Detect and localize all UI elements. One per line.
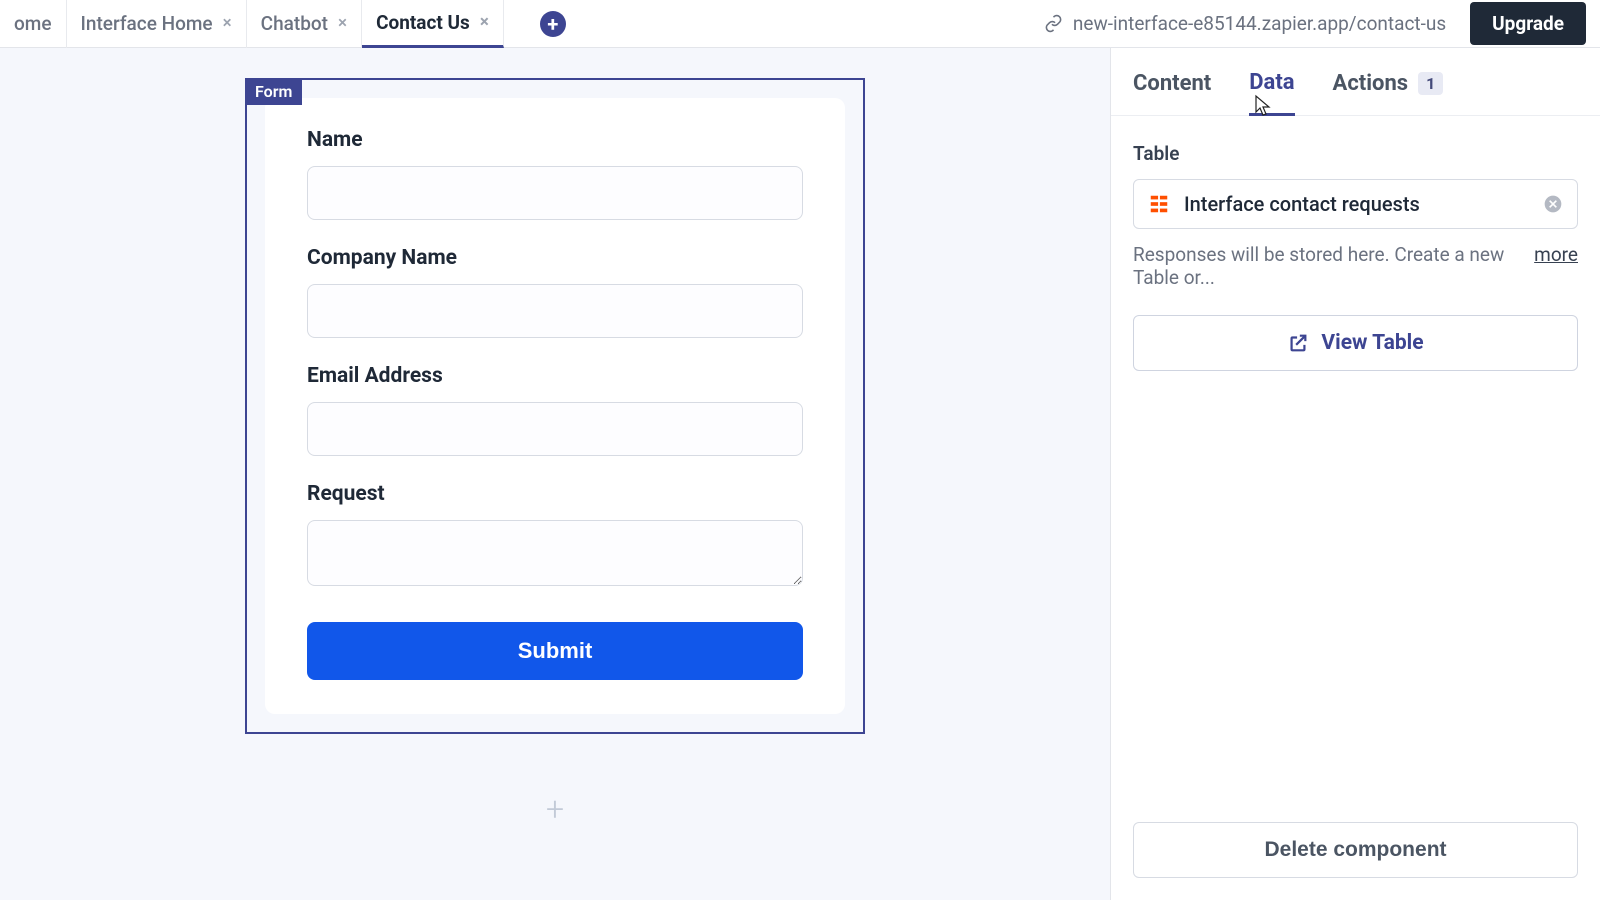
tab-label: Interface Home [81, 12, 213, 35]
clear-icon[interactable] [1543, 194, 1563, 214]
form-tag: Form [245, 78, 302, 105]
tab-label: Contact Us [376, 11, 470, 34]
view-table-button[interactable]: View Table [1133, 315, 1578, 371]
request-input[interactable] [307, 520, 803, 586]
table-select[interactable]: Interface contact requests [1133, 179, 1578, 229]
view-table-label: View Table [1321, 331, 1423, 355]
add-component-button[interactable]: + [546, 790, 564, 828]
field-email: Email Address [307, 364, 803, 456]
panel-footer: Delete component [1111, 800, 1600, 900]
tab-chatbot[interactable]: Chatbot × [247, 0, 362, 48]
close-icon[interactable]: × [338, 15, 347, 32]
field-request: Request [307, 482, 803, 590]
canvas: Form Name Company Name Email Address Req… [0, 48, 1110, 900]
external-link-icon [1287, 332, 1309, 354]
tab-home-partial[interactable]: ome [0, 0, 67, 48]
tab-data[interactable]: Data [1249, 70, 1294, 116]
side-panel: Content Data Actions 1 Table [1110, 48, 1600, 900]
tab-actions-label: Actions [1333, 71, 1409, 96]
field-label: Name [307, 128, 803, 152]
tab-label: ome [14, 12, 52, 35]
link-icon [1044, 14, 1063, 33]
close-icon[interactable]: × [223, 15, 232, 32]
help-row: Responses will be stored here. Create a … [1133, 243, 1578, 289]
name-input[interactable] [307, 166, 803, 220]
help-text: Responses will be stored here. Create a … [1133, 243, 1534, 289]
field-label: Email Address [307, 364, 803, 388]
page-tabs: ome Interface Home × Chatbot × Contact U… [0, 0, 1044, 48]
company-input[interactable] [307, 284, 803, 338]
tab-actions[interactable]: Actions 1 [1333, 70, 1444, 115]
close-icon[interactable]: × [480, 14, 489, 31]
page-url[interactable]: new-interface-e85144.zapier.app/contact-… [1044, 12, 1446, 35]
tab-contact-us[interactable]: Contact Us × [362, 0, 504, 48]
table-name: Interface contact requests [1184, 192, 1529, 216]
add-tab-button[interactable]: + [540, 11, 566, 37]
top-bar: ome Interface Home × Chatbot × Contact U… [0, 0, 1600, 48]
workspace: Form Name Company Name Email Address Req… [0, 48, 1600, 900]
panel-body: Table Interface contact requests Respons… [1111, 116, 1600, 800]
section-label: Table [1133, 142, 1578, 165]
form-card: Name Company Name Email Address Request … [265, 98, 845, 714]
panel-tabs: Content Data Actions 1 [1111, 48, 1600, 116]
upgrade-button[interactable]: Upgrade [1470, 2, 1586, 45]
url-text: new-interface-e85144.zapier.app/contact-… [1073, 12, 1446, 35]
field-name: Name [307, 128, 803, 220]
submit-button[interactable]: Submit [307, 622, 803, 680]
tab-interface-home[interactable]: Interface Home × [67, 0, 247, 48]
delete-component-button[interactable]: Delete component [1133, 822, 1578, 878]
form-component[interactable]: Form Name Company Name Email Address Req… [245, 78, 865, 734]
actions-badge: 1 [1418, 72, 1443, 95]
tab-content[interactable]: Content [1133, 70, 1211, 115]
more-link[interactable]: more [1534, 243, 1578, 266]
field-company: Company Name [307, 246, 803, 338]
zapier-table-icon [1148, 193, 1170, 215]
tab-label: Chatbot [261, 12, 328, 35]
field-label: Company Name [307, 246, 803, 270]
email-input[interactable] [307, 402, 803, 456]
field-label: Request [307, 482, 803, 506]
